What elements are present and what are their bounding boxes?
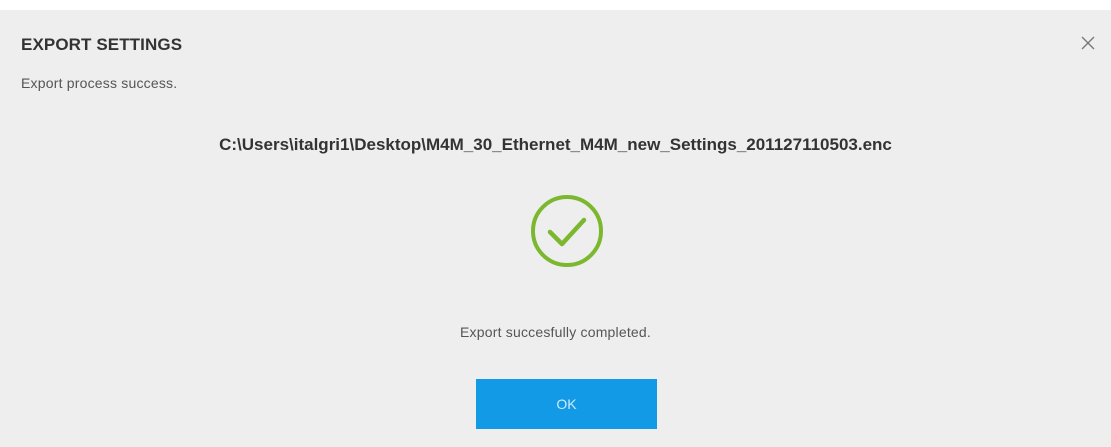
check-circle-icon [529, 193, 605, 269]
ok-button[interactable]: OK [476, 379, 657, 429]
completion-message: Export succesfully completed. [460, 324, 651, 340]
status-subtitle: Export process success. [21, 75, 178, 91]
export-file-path: C:\Users\italgri1\Desktop\M4M_30_Etherne… [219, 135, 892, 154]
export-settings-dialog: EXPORT SETTINGS Export process success. … [0, 10, 1111, 447]
close-icon [1081, 36, 1095, 50]
dialog-title: EXPORT SETTINGS [21, 35, 183, 54]
close-button[interactable] [1077, 32, 1099, 54]
